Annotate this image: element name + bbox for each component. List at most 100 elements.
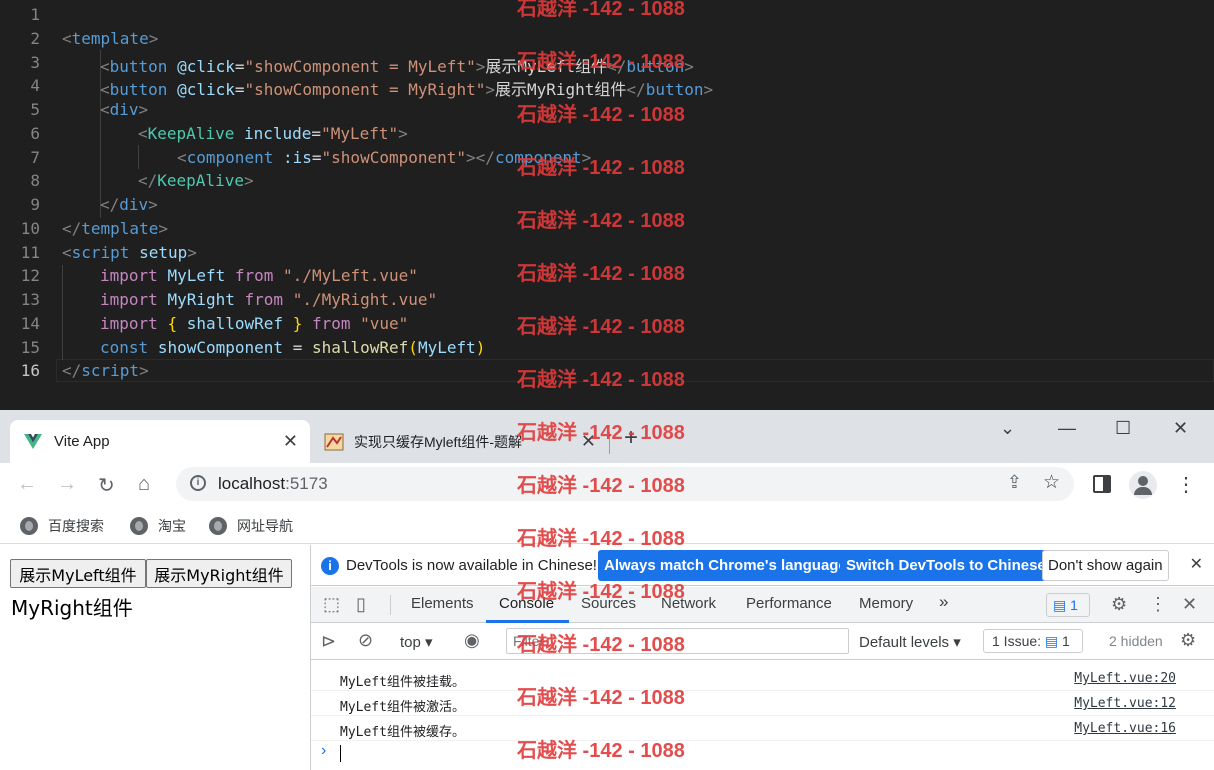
token: "./MyLeft.vue"	[283, 266, 418, 285]
token: =	[234, 57, 245, 76]
line-number: 5	[30, 100, 40, 119]
bookmark-item[interactable]: 淘宝	[130, 516, 186, 536]
log-levels-dropdown[interactable]: Default levels ▾	[859, 633, 961, 651]
kebab-menu-icon[interactable]: ⋮	[1149, 594, 1167, 615]
code-line: import { shallowRef } from "vue"	[100, 314, 408, 333]
close-tab-icon[interactable]: ✕	[283, 431, 298, 452]
token: KeepAlive	[147, 124, 235, 143]
tab-vite-app[interactable]: Vite App ✕	[10, 420, 310, 463]
context-selector[interactable]: top ▾	[400, 633, 433, 651]
levels-label: Default levels	[859, 634, 950, 651]
tab-elements[interactable]: Elements	[411, 595, 474, 612]
site-info-icon[interactable]: i	[190, 475, 206, 491]
line-number: 15	[20, 338, 40, 357]
token: script	[71, 243, 130, 262]
forward-icon[interactable]: →	[57, 473, 77, 496]
bookmark-item[interactable]: 百度搜索	[20, 516, 104, 536]
home-icon[interactable]: ⌂	[138, 473, 150, 496]
active-tab-indicator	[486, 620, 569, 623]
share-icon[interactable]: ⇪	[1007, 472, 1022, 493]
side-panel-icon[interactable]	[1093, 475, 1111, 493]
dont-show-again-button[interactable]: Don't show again	[1042, 550, 1169, 581]
line-number: 6	[30, 124, 40, 143]
token: </	[138, 171, 158, 190]
line-number: 14	[20, 314, 40, 333]
token: >	[148, 195, 158, 214]
info-icon: i	[321, 557, 339, 575]
issue-message-icon: ▤	[1044, 633, 1059, 649]
token: from	[234, 266, 274, 285]
log-row: MyLeft组件被缓存。 MyLeft.vue:16	[311, 716, 1214, 741]
code-line: </div>	[100, 195, 158, 214]
tab-memory[interactable]: Memory	[859, 595, 913, 612]
console-settings-icon[interactable]: ⚙	[1180, 630, 1196, 651]
token: "showComponent"	[321, 148, 467, 167]
indent-guide	[62, 265, 63, 360]
switch-to-chinese-button[interactable]: Switch DevTools to Chinese	[840, 550, 1052, 581]
token: script	[81, 361, 140, 380]
close-icon[interactable]: ✕	[1190, 554, 1203, 574]
tab-title: Vite App	[54, 433, 110, 450]
show-myright-button[interactable]: 展示MyRight组件	[146, 559, 292, 588]
token: =	[311, 124, 322, 143]
token: button	[645, 80, 704, 99]
token: from	[311, 314, 351, 333]
minimize-button[interactable]: —	[1058, 418, 1076, 439]
watermark-text: 石越洋 -142 - 1088	[517, 634, 685, 656]
token: >	[148, 29, 159, 48]
log-message: MyLeft组件被激活。	[340, 700, 465, 715]
messages-count: 1	[1070, 597, 1078, 613]
code-line: import MyLeft from "./MyLeft.vue"	[100, 266, 418, 285]
bookmark-item[interactable]: 网址导航	[209, 516, 293, 536]
show-myleft-button[interactable]: 展示MyLeft组件	[10, 559, 146, 588]
bookmark-star-icon[interactable]: ☆	[1043, 471, 1060, 494]
token: <	[100, 100, 110, 119]
token: KeepAlive	[157, 171, 244, 190]
page-viewport: 展示MyLeft组件 展示MyRight组件 MyRight组件	[0, 545, 310, 770]
tab-search-button[interactable]: ⌄	[1000, 418, 1015, 439]
menu-kebab-icon[interactable]: ⋮	[1176, 472, 1196, 497]
code-line: <script setup>	[62, 243, 197, 262]
tab-performance[interactable]: Performance	[746, 595, 832, 612]
token: MyLeft	[167, 266, 226, 285]
more-tabs-icon[interactable]: »	[939, 592, 948, 612]
line-number: 7	[30, 148, 40, 167]
token: showComponent	[157, 338, 284, 357]
log-source-link[interactable]: MyLeft.vue:16	[1074, 721, 1176, 736]
live-expression-eye-icon[interactable]: ◉	[464, 630, 480, 651]
token: MyLeft	[417, 338, 476, 357]
log-source-link[interactable]: MyLeft.vue:12	[1074, 696, 1176, 711]
log-source-link[interactable]: MyLeft.vue:20	[1074, 671, 1176, 686]
context-label: top	[400, 634, 421, 651]
back-icon[interactable]: ←	[17, 473, 37, 496]
reload-icon[interactable]: ↻	[98, 473, 115, 498]
log-message: MyLeft组件被挂载。	[340, 675, 465, 690]
settings-gear-icon[interactable]: ⚙	[1111, 594, 1127, 615]
clear-console-icon[interactable]: ⊘	[358, 630, 373, 651]
token: >	[158, 219, 168, 238]
issues-count: 1	[1062, 633, 1070, 649]
hidden-count: 2 hidden	[1109, 633, 1163, 649]
globe-icon	[209, 517, 227, 535]
token: import	[100, 314, 158, 333]
console-input-caret[interactable]	[340, 745, 341, 762]
profile-avatar-icon[interactable]	[1129, 471, 1157, 499]
line-number: 3	[30, 53, 40, 72]
line-number: 12	[20, 266, 40, 285]
indent-guide	[138, 145, 139, 169]
device-toolbar-icon[interactable]: ▯	[356, 594, 366, 615]
issues-button[interactable]: 1 Issue: ▤ 1	[983, 629, 1083, 653]
code-line: </script>	[62, 361, 149, 380]
inspect-element-icon[interactable]: ⬚	[323, 594, 340, 615]
messages-badge[interactable]: ▤ 1	[1046, 593, 1090, 617]
token: template	[81, 219, 159, 238]
token: >	[138, 100, 149, 119]
sidebar-toggle-icon[interactable]: ⊳	[321, 631, 336, 652]
watermark-text: 石越洋 -142 - 1088	[517, 369, 685, 391]
token: MyRight	[167, 290, 235, 309]
maximize-button[interactable]: ☐	[1115, 418, 1131, 439]
close-devtools-icon[interactable]: ✕	[1182, 594, 1197, 615]
window-close-button[interactable]: ✕	[1173, 418, 1188, 439]
